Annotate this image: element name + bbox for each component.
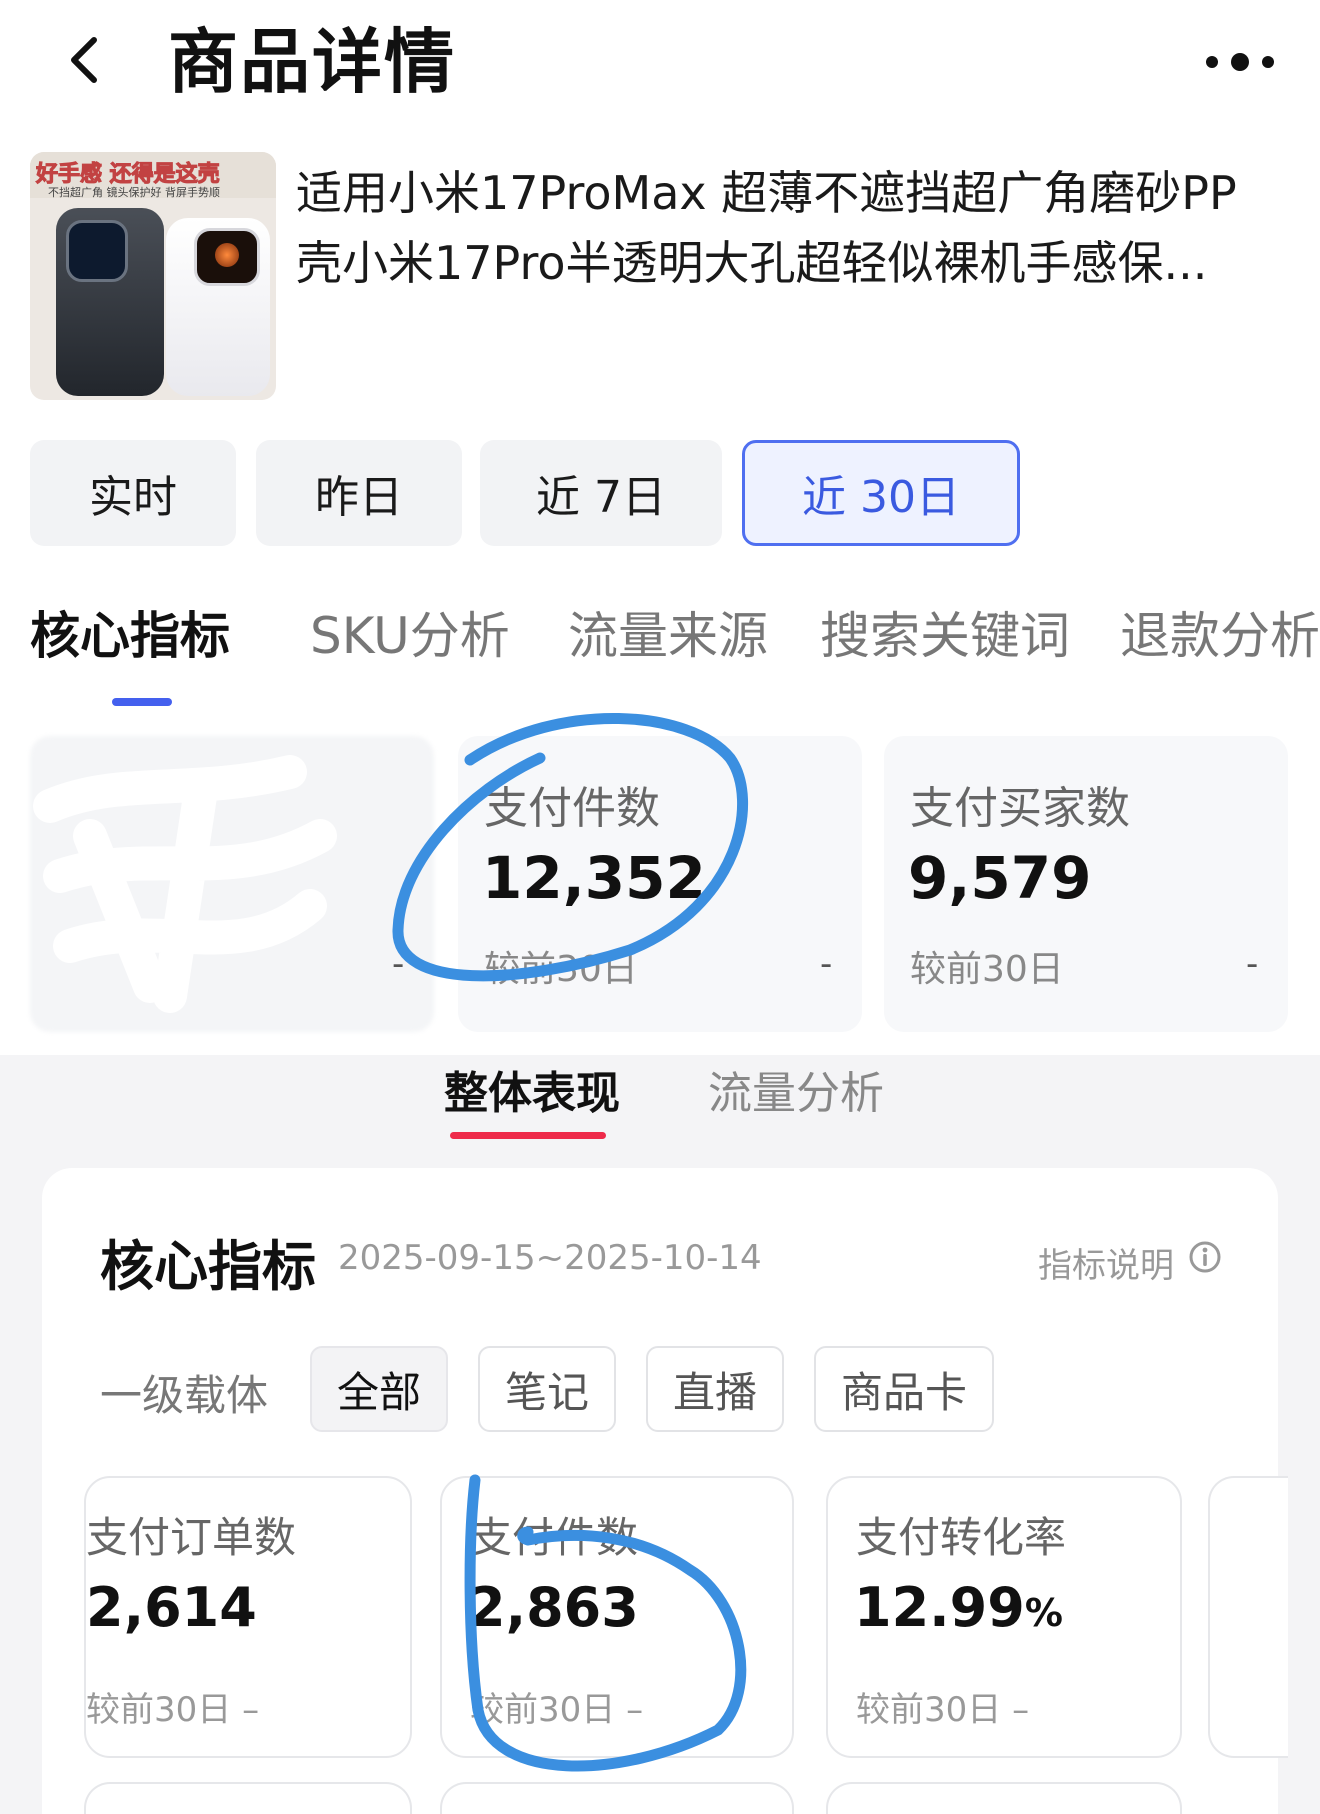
period-30-days[interactable]: 近 30日 — [742, 440, 1020, 546]
kpi-conversion-rate-number: 12.99 — [854, 1576, 1025, 1639]
kpi-paid-items-compare: 较前30日 – — [470, 1690, 644, 1730]
kpi-paid-orders-value: 2,614 — [86, 1576, 257, 1639]
product-title-line2: 壳小米17Pro半透明大孔超轻似裸机手感保... — [296, 236, 1208, 290]
kpi-conversion-rate-unit: % — [1024, 1591, 1063, 1635]
filter-chip-notes[interactable]: 笔记 — [478, 1346, 616, 1432]
filter-chip-live[interactable]: 直播 — [646, 1346, 784, 1432]
subtab-overall-performance[interactable]: 整体表现 — [444, 1066, 620, 1122]
metric-redacted-change: - — [392, 944, 405, 984]
product-title-line1: 适用小米17ProMax 超薄不遮挡超广角磨砂PP — [296, 166, 1237, 220]
kpi-conversion-rate-label: 支付转化率 — [856, 1513, 1067, 1562]
kpi-paid-items-label: 支付件数 — [470, 1513, 639, 1562]
metric-paid-buyers-value: 9,579 — [908, 844, 1092, 912]
metric-paid-buyers-label: 支付买家数 — [910, 783, 1130, 834]
page-title: 商品详情 — [168, 21, 456, 103]
white-phone-camera-image — [194, 228, 260, 286]
period-yesterday[interactable]: 昨日 — [256, 440, 462, 546]
filter-chip-product-card[interactable]: 商品卡 — [814, 1346, 994, 1432]
product-title[interactable]: 适用小米17ProMax 超薄不遮挡超广角磨砂PP 壳小米17Pro半透明大孔超… — [296, 158, 1296, 298]
panel-date-range: 2025-09-15~2025-10-14 — [338, 1238, 762, 1278]
redaction-scribble — [33, 755, 337, 1013]
kpi-paid-items-value: 2,863 — [468, 1576, 639, 1639]
active-subtab-indicator — [450, 1132, 606, 1139]
tab-search-keywords[interactable]: 搜索关键词 — [820, 606, 1070, 666]
kpi-card-row2-3[interactable] — [826, 1782, 1182, 1814]
active-tab-indicator — [112, 698, 172, 706]
kpi-conversion-rate-compare: 较前30日 – — [856, 1690, 1030, 1730]
kpi-paid-orders-compare: 较前30日 – — [86, 1690, 260, 1730]
panel-title: 核心指标 — [100, 1235, 316, 1298]
tab-refund-analysis[interactable]: 退款分析 — [1120, 606, 1320, 666]
metric-paid-items-value: 12,352 — [482, 844, 706, 912]
metric-help-link[interactable]: 指标说明 — [1038, 1238, 1174, 1287]
kpi-conversion-rate-value: 12.99% — [854, 1576, 1063, 1639]
info-icon[interactable] — [1188, 1240, 1222, 1274]
tab-traffic-source[interactable]: 流量来源 — [568, 606, 768, 666]
thumbnail-subslogan: 不挡超广角 镜头保护好 背屏手势顺 — [48, 186, 220, 199]
period-7-days[interactable]: 近 7日 — [480, 440, 722, 546]
metric-paid-items-change: - — [820, 944, 833, 984]
kpi-card-next-partial[interactable] — [1208, 1476, 1288, 1758]
period-realtime[interactable]: 实时 — [30, 440, 236, 546]
tab-sku-analysis[interactable]: SKU分析 — [310, 606, 510, 666]
filter-chip-all[interactable]: 全部 — [310, 1346, 448, 1432]
more-options-icon[interactable] — [1200, 42, 1280, 82]
tab-core-metrics[interactable]: 核心指标 — [30, 606, 230, 666]
dark-phone-camera-image — [66, 220, 128, 282]
metric-paid-buyers-compare: 较前30日 — [910, 949, 1064, 990]
product-thumbnail[interactable]: 好手感 还得是这壳 不挡超广角 镜头保护好 背屏手势顺 — [30, 152, 276, 400]
metric-paid-items-compare: 较前30日 — [484, 949, 638, 990]
carrier-filter-label: 一级载体 — [100, 1371, 269, 1420]
kpi-card-row2-2[interactable] — [440, 1782, 794, 1814]
subtab-traffic-analysis[interactable]: 流量分析 — [708, 1066, 884, 1122]
metric-paid-buyers-change: - — [1246, 944, 1259, 984]
back-arrow-icon[interactable] — [56, 30, 116, 90]
kpi-card-row2-1[interactable] — [84, 1782, 412, 1814]
metric-paid-items-label: 支付件数 — [484, 783, 660, 834]
kpi-paid-orders-label: 支付订单数 — [86, 1513, 297, 1562]
